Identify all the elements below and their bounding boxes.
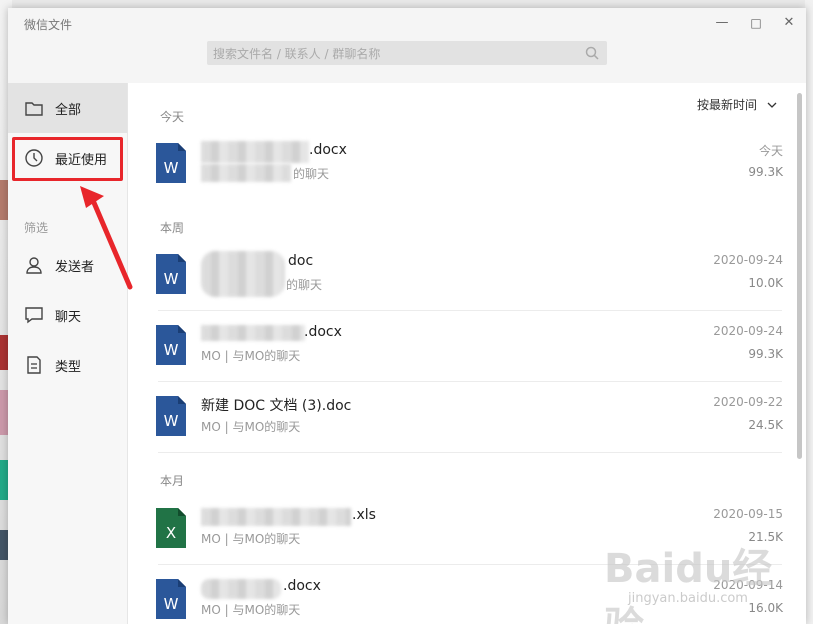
word-file-icon: W [156,325,186,365]
file-row[interactable]: W doc 的聊天 2020-09-24 10.0K [128,241,798,311]
watermark-url: jingyan.baidu.com [628,591,748,606]
file-size: 99.3K [748,347,783,361]
file-source: MO | 与MO的聊天 [201,420,301,434]
minimize-button[interactable]: — [712,13,732,33]
person-icon [26,257,42,274]
file-size: 99.3K [748,165,783,179]
file-name: .docx [283,578,321,594]
sort-dropdown[interactable]: 按最新时间 [697,96,777,113]
word-file-icon: W [156,396,186,436]
file-source: MO | 与MO的聊天 [201,603,301,617]
file-date: 2020-09-15 [713,507,783,521]
file-icon-letter: W [164,412,179,430]
redacted-text [201,579,281,599]
file-name: .xls [352,507,376,523]
file-name: doc [288,253,314,269]
sidebar-item-chat[interactable]: 聊天 [8,290,127,340]
file-name: .docx [304,324,342,340]
redacted-text [201,251,285,297]
word-file-icon: W [156,143,186,183]
annotation-highlight-box [12,137,123,181]
file-source: MO | 与MO的聊天 [201,349,301,363]
file-date: 2020-09-24 [713,324,783,338]
document-icon [27,356,41,374]
sort-label: 按最新时间 [697,98,758,112]
chat-bubble-icon [25,307,43,324]
file-icon-letter: W [164,270,179,288]
filter-section-label: 筛选 [24,221,49,235]
file-row[interactable]: W 新建 DOC 文档 (3).doc MO | 与MO的聊天 2020-09-… [128,383,798,453]
file-name: 新建 DOC 文档 (3).doc [201,398,352,414]
file-icon-letter: W [164,595,179,613]
section-label-this-month: 本月 [160,474,185,488]
file-source: 的聊天 [293,167,330,181]
file-row[interactable]: W .docx MO | 与MO的聊天 2020-09-24 99.3K [128,312,798,382]
file-source: 的聊天 [286,278,323,292]
sidebar-item-label: 聊天 [55,310,82,325]
file-icon-letter: X [166,524,176,542]
sidebar-item-label: 类型 [55,360,82,375]
file-date: 今天 [758,144,783,158]
search-icon[interactable] [585,46,599,60]
sidebar-item-label: 全部 [55,103,82,118]
title-bar: 微信文件 — □ ✕ 搜索文件名 / 联系人 / 群聊名称 [8,8,806,83]
chevron-down-icon [767,102,777,108]
excel-file-icon: X [156,508,186,548]
file-icon-letter: W [164,341,179,359]
sidebar-item-sender[interactable]: 发送者 [8,240,127,290]
wechat-files-window: 微信文件 — □ ✕ 搜索文件名 / 联系人 / 群聊名称 全部 最近使用 筛选… [8,8,806,624]
app-title: 微信文件 [24,18,73,32]
redacted-text [201,325,305,341]
file-row[interactable]: W .docx 的聊天 今天 99.3K [128,130,798,200]
section-label-today: 今天 [160,110,185,124]
file-date: 2020-09-24 [713,253,783,267]
section-label-this-week: 本周 [160,221,185,235]
sidebar-item-label: 发送者 [55,260,95,275]
sidebar-item-all[interactable]: 全部 [8,83,127,133]
folder-icon [25,102,43,116]
file-source: MO | 与MO的聊天 [201,532,301,546]
search-input[interactable]: 搜索文件名 / 联系人 / 群聊名称 [207,41,607,65]
redacted-text [201,141,309,163]
background-right-strip [805,0,813,624]
file-size: 10.0K [748,276,783,290]
redacted-text [201,164,291,182]
close-button[interactable]: ✕ [779,13,799,33]
file-icon-letter: W [164,159,179,177]
scrollbar[interactable] [797,93,802,459]
word-file-icon: W [156,254,186,294]
redacted-text [201,508,351,526]
search-placeholder: 搜索文件名 / 联系人 / 群聊名称 [213,47,381,61]
maximize-button[interactable]: □ [746,13,766,33]
sidebar-item-type[interactable]: 类型 [8,340,127,390]
file-name: .docx [309,142,347,158]
word-file-icon: W [156,579,186,619]
baidu-watermark-logo: Baidu经验 [604,546,773,624]
file-date: 2020-09-22 [713,395,783,409]
file-size: 24.5K [748,418,783,432]
